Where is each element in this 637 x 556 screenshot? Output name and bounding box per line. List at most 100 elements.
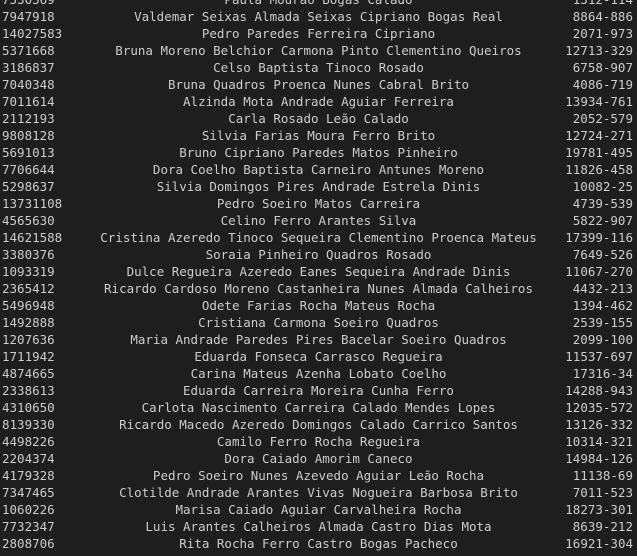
- row-name: Pedro Paredes Ferreira Cipriano: [201, 26, 436, 41]
- row-code: 2071-973: [572, 26, 633, 41]
- row-name: Carina Mateus Azenha Lobato Coelho: [190, 366, 447, 381]
- row-code: 4432-213: [572, 281, 633, 296]
- row-name: Rita Rocha Ferro Castro Bogas Pacheco: [179, 536, 458, 551]
- row-code: 10314-321: [565, 434, 633, 449]
- table-row: 1207636 Maria Andrade Paredes Pires Bacel…: [0, 331, 637, 348]
- row-code: 4739-539: [572, 196, 633, 211]
- row-code: 11138-69: [572, 468, 633, 483]
- row-name: Silvia Farias Moura Ferro Brito: [201, 128, 436, 143]
- table-row: 4874665 Carina Mateus Azenha Lobato Coelh…: [0, 365, 637, 382]
- row-name: Maria Andrade Paredes Pires Bacelar Soei…: [130, 332, 507, 347]
- row-code: 7011-523: [572, 485, 633, 500]
- table-row: 7011614 Alzinda Mota Andrade Aguiar Ferre…: [0, 93, 637, 110]
- table-row: 3186837 Celso Baptista Tinoco Rosado 6758-…: [0, 59, 637, 76]
- row-name: Bruna Moreno Belchior Carmona Pinto Clem…: [115, 43, 522, 58]
- table-row: 7947918 Valdemar Seixas Almada Seixas Cip…: [0, 8, 637, 25]
- row-code: 11537-697: [565, 349, 633, 364]
- table-row: 7040348 Bruna Quadros Proenca Nunes Cabra…: [0, 76, 637, 93]
- row-name: Carlota Nascimento Carreira Calado Mende…: [141, 400, 496, 415]
- row-code: 1394-462: [572, 298, 633, 313]
- row-name: Valdemar Seixas Almada Seixas Cipriano B…: [134, 9, 503, 24]
- table-row: 1060226 Marisa Caiado Aguiar Carvalheira …: [0, 501, 637, 518]
- table-row: 1093319 Dulce Regueira Azeredo Eanes Sequ…: [0, 263, 637, 280]
- row-code: 12724-271: [565, 128, 633, 143]
- table-row: 2338613 Eduarda Carreira Moreira Cunha Fe…: [0, 382, 637, 399]
- table-row: 4498226 Camilo Ferro Rocha Regueira 10314-…: [0, 433, 637, 450]
- row-name: Cristina Azeredo Tinoco Sequeira Clement…: [100, 230, 537, 245]
- row-name: Bruna Quadros Proenca Nunes Cabral Brito: [167, 77, 470, 92]
- row-code: 16921-304: [565, 536, 633, 551]
- table-row: 4310650 Carlota Nascimento Carreira Calad…: [0, 399, 637, 416]
- table-row: 3380376 Soraia Pinheiro Quadros Rosado 764…: [0, 246, 637, 263]
- row-name: Carla Rosado Leão Calado: [228, 111, 409, 126]
- row-name: Luis Arantes Calheiros Almada Castro Dia…: [145, 519, 492, 534]
- row-name: Eduarda Carreira Moreira Cunha Ferro: [183, 383, 454, 398]
- table-row: 5691013 Bruno Cipriano Paredes Matos Pinh…: [0, 144, 637, 161]
- row-name: Dora Caiado Amorim Caneco: [224, 451, 413, 466]
- row-code: 14984-126: [565, 451, 633, 466]
- table-row: 4565630 Celino Ferro Arantes Silva 5822-90…: [0, 212, 637, 229]
- row-code: 2539-155: [572, 315, 633, 330]
- row-code: 11067-270: [565, 264, 633, 279]
- table-row: 9808128 Silvia Farias Moura Ferro Brito 12…: [0, 127, 637, 144]
- row-name: Cristiana Carmona Soeiro Quadros: [198, 315, 439, 330]
- row-code: 6758-907: [572, 60, 633, 75]
- row-code: 17316-34: [572, 366, 633, 381]
- table-row: 1711942 Eduarda Fonseca Carrasco Regueira…: [0, 348, 637, 365]
- table-row: 4179328 Pedro Soeiro Nunes Azevedo Aguiar…: [0, 467, 637, 484]
- row-name: Ricardo Macedo Azeredo Domingos Calado C…: [119, 417, 518, 432]
- table-row: 7347465 Clotilde Andrade Arantes Vivas No…: [0, 484, 637, 501]
- table-row: 2808706 Rita Rocha Ferro Castro Bogas Pac…: [0, 535, 637, 552]
- row-code: 12035-572: [565, 400, 633, 415]
- row-name: Camilo Ferro Rocha Regueira: [216, 434, 421, 449]
- row-code: 8639-212: [572, 519, 633, 534]
- row-name: Dulce Regueira Azeredo Eanes Sequeira An…: [126, 264, 511, 279]
- row-name: Ricardo Cardoso Moreno Castanheira Nunes…: [104, 281, 533, 296]
- table-row: 5496948 Odete Farias Rocha Mateus Rocha 13…: [0, 297, 637, 314]
- table-row: 14621588 Cristina Azeredo Tinoco Sequeira…: [0, 229, 637, 246]
- table-row: 8139330 Ricardo Macedo Azeredo Domingos C…: [0, 416, 637, 433]
- table-row: 14027583 Pedro Paredes Ferreira Cipriano 2…: [0, 25, 637, 42]
- row-code: 19781-495: [565, 145, 633, 160]
- row-code: 7649-526: [572, 247, 633, 262]
- table-row: 2365412 Ricardo Cardoso Moreno Castanheir…: [0, 280, 637, 297]
- table-row: 2112193 Carla Rosado Leão Calado 2052-579: [0, 110, 637, 127]
- row-code: 8864-886: [572, 9, 633, 24]
- table-row: 1492888 Cristiana Carmona Soeiro Quadros 2…: [0, 314, 637, 331]
- table-row: 13731108 Pedro Soeiro Matos Carreira 4739-…: [0, 195, 637, 212]
- table-row: 7706644 Dora Coelho Baptista Carneiro Ant…: [0, 161, 637, 178]
- row-name: Bruno Cipriano Paredes Matos Pinheiro: [179, 145, 458, 160]
- row-code: 13934-761: [565, 94, 633, 109]
- row-name: Alzinda Mota Andrade Aguiar Ferreira: [183, 94, 454, 109]
- table-row: 7530569Paula Mourão Bogas Calado1312-114: [0, 0, 637, 8]
- row-code: 4086-719: [572, 77, 633, 92]
- row-code: 5822-907: [572, 213, 633, 228]
- row-name: Silvia Domingos Pires Andrade Estrela Di…: [156, 179, 481, 194]
- row-name: Odete Farias Rocha Mateus Rocha: [201, 298, 436, 313]
- row-code: 10082-25: [572, 179, 633, 194]
- row-code: 12713-329: [565, 43, 633, 58]
- row-name: Pedro Soeiro Matos Carreira: [216, 196, 421, 211]
- row-name: Soraia Pinheiro Quadros Rosado: [205, 247, 432, 262]
- row-code: 2099-100: [572, 332, 633, 347]
- table-row: 7732347 Luis Arantes Calheiros Almada Cas…: [0, 518, 637, 535]
- table-row: 5371668 Bruna Moreno Belchior Carmona Pin…: [0, 42, 637, 59]
- row-name: Pedro Soeiro Nunes Azevedo Aguiar Leão R…: [152, 468, 485, 483]
- row-code: 13126-332: [565, 417, 633, 432]
- row-code: 18273-301: [565, 502, 633, 517]
- row-code: 17399-116: [565, 230, 633, 245]
- row-name: Clotilde Andrade Arantes Vivas Nogueira …: [119, 485, 518, 500]
- row-name: Dora Coelho Baptista Carneiro Antunes Mo…: [152, 162, 485, 177]
- row-code: 2052-579: [572, 111, 633, 126]
- table-row: 5298637 Silvia Domingos Pires Andrade Est…: [0, 178, 637, 195]
- row-code: 14288-943: [565, 383, 633, 398]
- row-code: 1312-114: [573, 0, 633, 8]
- table-row: 2204374 Dora Caiado Amorim Caneco 14984-12…: [0, 450, 637, 467]
- terminal-output: 7530569Paula Mourão Bogas Calado1312-114…: [0, 0, 637, 552]
- row-name: Eduarda Fonseca Carrasco Regueira: [194, 349, 443, 364]
- row-name: Celino Ferro Arantes Silva: [220, 213, 417, 228]
- row-name: Celso Baptista Tinoco Rosado: [213, 60, 424, 75]
- row-name: Paula Mourão Bogas Calado: [0, 0, 637, 8]
- row-name: Marisa Caiado Aguiar Carvalheira Rocha: [175, 502, 462, 517]
- row-code: 11826-458: [565, 162, 633, 177]
